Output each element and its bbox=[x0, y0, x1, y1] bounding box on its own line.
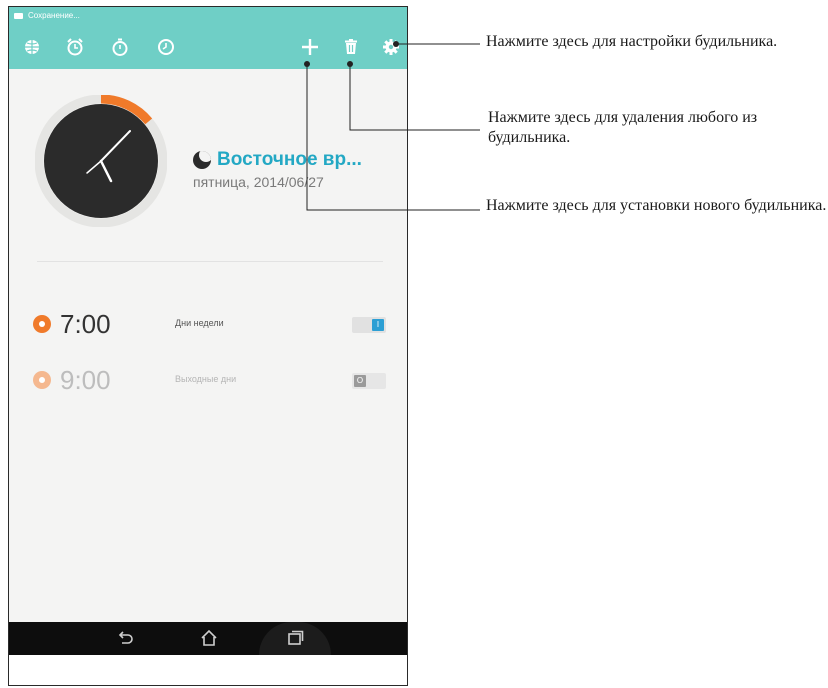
timezone-date: пятница, 2014/06/27 bbox=[193, 174, 324, 190]
add-note: Нажмите здесь для установки нового будил… bbox=[486, 197, 827, 214]
app-toolbar bbox=[9, 29, 407, 69]
timezone-name: Восточное вр... bbox=[217, 149, 362, 170]
alarm-item[interactable]: 7:00 Дни недели I bbox=[9, 305, 407, 345]
moon-icon bbox=[193, 151, 211, 169]
settings-button[interactable] bbox=[381, 37, 401, 57]
alarm-label: Дни недели bbox=[175, 318, 224, 328]
alarm-toggle[interactable]: O bbox=[352, 373, 386, 389]
alarm-label: Выходные дни bbox=[175, 374, 237, 384]
alarm-clock-icon[interactable] bbox=[65, 37, 85, 57]
notification-icon bbox=[14, 13, 23, 19]
navigation-bar bbox=[9, 622, 407, 655]
home-icon[interactable] bbox=[199, 628, 219, 648]
timer-icon[interactable] bbox=[156, 37, 176, 57]
alarm-sun-icon bbox=[33, 315, 51, 333]
phone-screen: Сохранение... Восточное вр... пятница, 2… bbox=[8, 6, 408, 686]
globe-icon[interactable] bbox=[22, 37, 42, 57]
alarm-time: 7:00 bbox=[60, 309, 111, 339]
back-icon[interactable] bbox=[115, 628, 135, 648]
bottom-area bbox=[9, 655, 407, 685]
world-clock-info[interactable]: Восточное вр... пятница, 2014/06/27 bbox=[193, 149, 362, 190]
delete-alarm-button[interactable] bbox=[341, 37, 361, 57]
add-alarm-button[interactable] bbox=[300, 37, 320, 57]
toggle-knob: O bbox=[354, 375, 366, 387]
alarm-item[interactable]: 9:00 Выходные дни O bbox=[9, 361, 407, 401]
alarm-time: 9:00 bbox=[60, 365, 111, 395]
analog-clock bbox=[34, 94, 168, 232]
recent-apps-icon[interactable] bbox=[285, 628, 305, 648]
alarm-sun-icon bbox=[33, 371, 51, 389]
delete-note: Нажмите здесь для удаления любого из буд… bbox=[488, 109, 758, 146]
settings-note: Нажмите здесь для настройки будильника. bbox=[486, 33, 778, 50]
status-bar: Сохранение... bbox=[9, 7, 407, 29]
toggle-knob: I bbox=[372, 319, 384, 331]
alarm-toggle[interactable]: I bbox=[352, 317, 386, 333]
stopwatch-icon[interactable] bbox=[110, 37, 130, 57]
status-text: Сохранение... bbox=[28, 11, 80, 20]
divider bbox=[37, 261, 383, 262]
alarm-content: Восточное вр... пятница, 2014/06/27 7:00… bbox=[9, 69, 407, 622]
